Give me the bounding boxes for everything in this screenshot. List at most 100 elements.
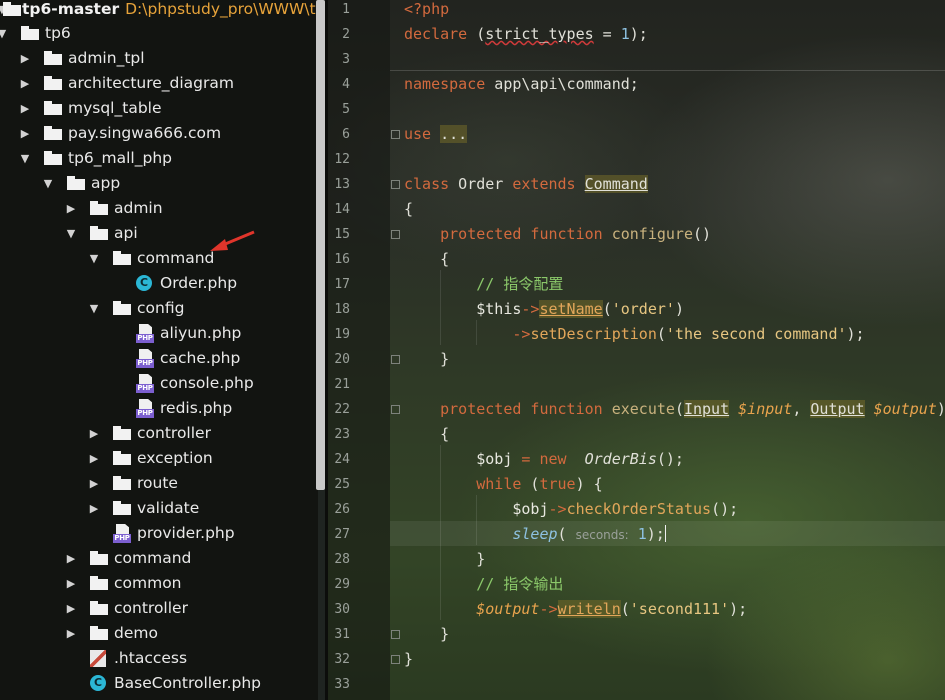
code-line: use ... [404,122,468,147]
line-number: 6 [342,127,350,142]
chevron-right-icon[interactable]: ▶ [88,496,100,521]
code-token: Command [584,175,648,193]
code-line: // 指令输出 [404,572,563,597]
line-number: 33 [334,677,350,692]
php-class-icon: C [90,675,106,691]
code-token: true [539,475,576,493]
red-arrow-icon [210,230,255,251]
code-token: setDescription [530,325,657,343]
code-line: protected function execute(Input $input,… [404,397,945,422]
code-token: ( [467,25,486,43]
chevron-right-icon[interactable]: ▶ [19,46,31,71]
folder-icon [90,626,108,640]
fold-marker-icon[interactable] [391,130,400,139]
chevron-down-icon[interactable]: ▼ [19,146,31,171]
code-line: declare (strict_types = 1); [404,22,648,47]
tree-item-label: architecture_diagram [68,74,234,92]
php-file-icon: PHP [136,374,154,393]
code-token: ) [674,300,684,318]
fold-marker-icon[interactable] [391,655,400,664]
chevron-down-icon[interactable]: ▼ [88,246,100,271]
line-number: 25 [334,477,350,492]
fold-marker-icon[interactable] [391,180,400,189]
code-line: $output->writeln('second111'); [404,597,747,622]
chevron-right-icon[interactable]: ▶ [65,546,77,571]
tree-item-label: tp6_mall_php [68,149,172,167]
chevron-down-icon[interactable]: ▼ [65,221,77,246]
chevron-right-icon[interactable]: ▶ [65,196,77,221]
chevron-down-icon[interactable]: ▼ [0,21,8,46]
code-token: { [404,425,450,443]
code-token: 1 [637,525,647,543]
folder-icon [44,151,62,165]
code-line: { [404,247,449,272]
code-token: } [404,550,486,568]
tree-item-label: validate [137,499,200,517]
chevron-right-icon[interactable]: ▶ [88,446,100,471]
fold-marker-icon[interactable] [391,630,400,639]
fold-marker-icon[interactable] [391,230,400,239]
code-line: // 指令配置 [404,272,563,297]
php-file-icon: PHP [113,524,131,543]
code-token: $obj [476,450,513,468]
fold-marker-icon[interactable] [391,405,400,414]
line-number: 12 [334,152,350,167]
chevron-down-icon[interactable]: ▼ [42,171,54,196]
chevron-right-icon[interactable]: ▶ [19,71,31,96]
line-number: 30 [334,602,350,617]
text-caret [664,525,666,542]
code-token: , [792,400,811,418]
code-line: { [404,422,449,447]
chevron-right-icon[interactable]: ▶ [65,571,77,596]
line-number: 3 [342,52,350,67]
chevron-right-icon[interactable]: ▶ [65,621,77,646]
tree-item-label: .htaccess [114,649,188,667]
code-token: ... [440,125,468,143]
code-token: protected function [440,400,603,418]
folder-icon [90,226,108,240]
tree-item-label: Order.php [160,274,238,292]
code-token: // 指令配置 [476,275,564,293]
line-number: 5 [342,102,350,117]
fold-marker-icon[interactable] [391,355,400,364]
chevron-right-icon[interactable]: ▶ [88,471,100,496]
chevron-right-icon[interactable]: ▶ [19,96,31,121]
chevron-right-icon[interactable]: ▶ [19,121,31,146]
code-token: <?php [404,0,450,18]
code-line: } [404,547,485,572]
code-line: while (true) { [404,472,602,497]
htaccess-icon [90,650,106,667]
code-editor[interactable]: 1 2 3 4 5 6 12 13 14 15 16 17 18 19 20 21 22 23 24 25 26 27 28… [328,0,945,700]
code-line: { [404,197,413,222]
tree-scrollbar[interactable] [316,0,325,490]
folder-icon [113,476,131,490]
tree-item-label: route [137,474,178,492]
chevron-right-icon[interactable]: ▶ [88,421,100,446]
code-token: (); [711,500,739,518]
code-line: } [404,347,449,372]
code-token: checkOrderStatus [566,500,712,518]
code-token: execute [611,400,675,418]
line-number: 18 [334,302,350,317]
code-token: -> [512,325,531,343]
line-number: 22 [334,402,350,417]
folder-icon [113,426,131,440]
line-number: 13 [334,177,350,192]
line-number: 24 [334,452,350,467]
code-token: ( [674,400,684,418]
line-number: 20 [334,352,350,367]
folder-icon [3,2,21,16]
code-line: class Order extends Command [404,172,648,197]
chevron-right-icon[interactable]: ▶ [65,596,77,621]
chevron-down-icon[interactable]: ▼ [88,296,100,321]
tree-item-label: tp6 [45,24,71,42]
line-number: 21 [334,377,350,392]
code-token: ( [620,600,630,618]
